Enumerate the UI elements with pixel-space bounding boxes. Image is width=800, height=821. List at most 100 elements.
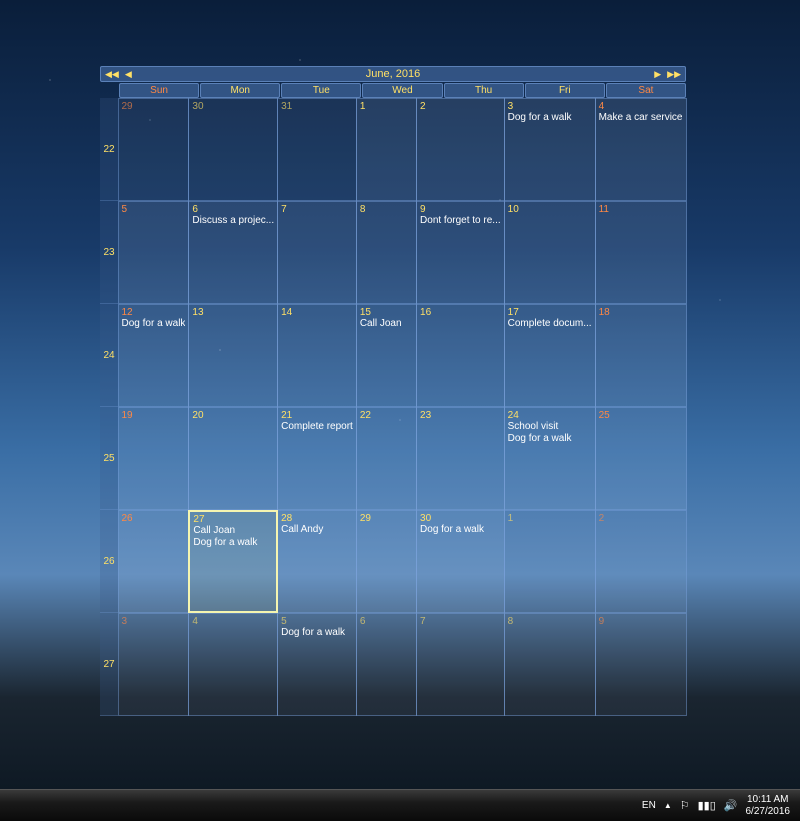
- day-cell[interactable]: 2: [416, 98, 505, 201]
- calendar-event[interactable]: Dont forget to re...: [420, 215, 501, 227]
- day-number: 27: [193, 514, 273, 525]
- week-number: 25: [100, 407, 118, 510]
- calendar-event[interactable]: Dog for a walk: [193, 537, 273, 549]
- day-number: 6: [360, 616, 413, 627]
- day-cell[interactable]: 24School visitDog for a walk: [504, 407, 596, 510]
- day-number: 18: [599, 307, 683, 318]
- day-cell[interactable]: 2: [595, 510, 687, 613]
- day-cell[interactable]: 15Call Joan: [356, 304, 417, 407]
- day-cell[interactable]: 25: [595, 407, 687, 510]
- week-number: 23: [100, 201, 118, 304]
- language-indicator[interactable]: EN: [642, 800, 656, 811]
- calendar-event[interactable]: Complete report: [281, 421, 353, 433]
- next-month-button[interactable]: ▶: [654, 69, 661, 80]
- day-cell[interactable]: 1: [504, 510, 596, 613]
- day-number: 21: [281, 410, 353, 421]
- day-cell[interactable]: 5: [118, 201, 190, 304]
- day-number: 1: [360, 101, 413, 112]
- day-cell[interactable]: 29: [356, 510, 417, 613]
- day-number: 7: [281, 204, 353, 215]
- calendar-event[interactable]: Dog for a walk: [281, 627, 353, 639]
- day-header-wed: Wed: [362, 83, 442, 98]
- calendar-event[interactable]: Dog for a walk: [122, 318, 186, 330]
- day-cell[interactable]: 26: [118, 510, 190, 613]
- taskbar-clock[interactable]: 10:11 AM 6/27/2016: [746, 794, 791, 818]
- day-cell[interactable]: 4: [188, 613, 278, 716]
- day-cell[interactable]: 31: [277, 98, 357, 201]
- week-numbers-column: 222324252627: [100, 98, 118, 716]
- day-cell[interactable]: 17Complete docum...: [504, 304, 596, 407]
- day-cell[interactable]: 11: [595, 201, 687, 304]
- day-number: 29: [122, 101, 186, 112]
- day-cell[interactable]: 5Dog for a walk: [277, 613, 357, 716]
- calendar-event[interactable]: Dog for a walk: [508, 433, 592, 445]
- day-header-mon: Mon: [200, 83, 280, 98]
- day-cell[interactable]: 30Dog for a walk: [416, 510, 505, 613]
- day-cell[interactable]: 8: [356, 201, 417, 304]
- day-cell[interactable]: 23: [416, 407, 505, 510]
- day-cell[interactable]: 21Complete report: [277, 407, 357, 510]
- week-number: 22: [100, 98, 118, 201]
- day-cell[interactable]: 14: [277, 304, 357, 407]
- day-cell[interactable]: 10: [504, 201, 596, 304]
- calendar-topbar: ◀◀ ◀ June, 2016 ▶ ▶▶: [100, 66, 686, 82]
- day-cell[interactable]: 28Call Andy: [277, 510, 357, 613]
- day-cell[interactable]: 7: [416, 613, 505, 716]
- day-cell[interactable]: 29: [118, 98, 190, 201]
- day-cell[interactable]: 12Dog for a walk: [118, 304, 190, 407]
- day-cell[interactable]: 3: [118, 613, 190, 716]
- day-number: 26: [122, 513, 186, 524]
- day-header-tue: Tue: [281, 83, 361, 98]
- prev-year-button[interactable]: ◀◀: [105, 69, 119, 80]
- day-number: 31: [281, 101, 353, 112]
- day-number: 23: [420, 410, 501, 421]
- day-cell[interactable]: 13: [188, 304, 278, 407]
- day-cell[interactable]: 22: [356, 407, 417, 510]
- day-number: 5: [281, 616, 353, 627]
- calendar-event[interactable]: Dog for a walk: [508, 112, 592, 124]
- day-number: 24: [508, 410, 592, 421]
- day-cell[interactable]: 19: [118, 407, 190, 510]
- next-year-button[interactable]: ▶▶: [667, 69, 681, 80]
- day-cell[interactable]: 16: [416, 304, 505, 407]
- day-cell[interactable]: 6: [356, 613, 417, 716]
- day-number: 3: [508, 101, 592, 112]
- prev-month-button[interactable]: ◀: [125, 69, 132, 80]
- day-cell[interactable]: 9: [595, 613, 687, 716]
- day-number: 28: [281, 513, 353, 524]
- day-cell[interactable]: 3Dog for a walk: [504, 98, 596, 201]
- calendar-event[interactable]: Dog for a walk: [420, 524, 501, 536]
- day-cell[interactable]: 27Call JoanDog for a walk: [188, 510, 278, 613]
- day-cell[interactable]: 20: [188, 407, 278, 510]
- calendar-event[interactable]: Call Andy: [281, 524, 353, 536]
- calendar-event[interactable]: School visit: [508, 421, 592, 433]
- day-cell[interactable]: 30: [188, 98, 278, 201]
- day-cell[interactable]: 8: [504, 613, 596, 716]
- action-center-icon[interactable]: ⚐: [680, 799, 690, 812]
- week-number: 24: [100, 304, 118, 407]
- day-number: 3: [122, 616, 186, 627]
- day-number: 10: [508, 204, 592, 215]
- day-number: 17: [508, 307, 592, 318]
- day-cell[interactable]: 6Discuss a projec...: [188, 201, 278, 304]
- day-cell[interactable]: 7: [277, 201, 357, 304]
- calendar-event[interactable]: Call Joan: [360, 318, 413, 330]
- day-number: 9: [599, 616, 683, 627]
- network-icon[interactable]: ▮▮▯: [698, 799, 716, 812]
- calendar-event[interactable]: Call Joan: [193, 525, 273, 537]
- day-number: 19: [122, 410, 186, 421]
- calendar-title: June, 2016: [366, 68, 420, 80]
- calendar-event[interactable]: Make a car service: [599, 112, 683, 124]
- day-cells-grid: 293031123Dog for a walk4Make a car servi…: [118, 98, 686, 716]
- day-cell[interactable]: 4Make a car service: [595, 98, 687, 201]
- taskbar[interactable]: EN ▲ ⚐ ▮▮▯ 🔊 10:11 AM 6/27/2016: [0, 789, 800, 821]
- day-cell[interactable]: 1: [356, 98, 417, 201]
- volume-icon[interactable]: 🔊: [724, 799, 738, 812]
- day-number: 9: [420, 204, 501, 215]
- calendar-event[interactable]: Discuss a projec...: [192, 215, 274, 227]
- day-cell[interactable]: 9Dont forget to re...: [416, 201, 505, 304]
- day-cell[interactable]: 18: [595, 304, 687, 407]
- tray-overflow-icon[interactable]: ▲: [664, 801, 672, 810]
- calendar-event[interactable]: Complete docum...: [508, 318, 592, 330]
- day-number: 8: [360, 204, 413, 215]
